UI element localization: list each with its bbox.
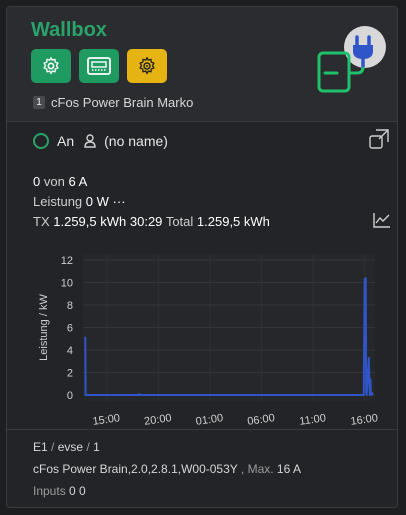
current-line: 0 von 6 A: [33, 174, 87, 189]
model-line: cFos Power Brain,2.0,2.8.1,W00-053Y , Ma…: [33, 462, 301, 476]
card-header: Wallbox 1 cFos Power Brain Marko: [7, 7, 397, 122]
power-chart-svg: 0 2 4 6 8 10 12 15:00 20:00 01:00 06:00 11:00 16:00 L…: [38, 254, 379, 428]
status-circle-icon: [33, 133, 49, 149]
warning-settings-button[interactable]: [127, 49, 167, 83]
x-tick-label: 11:00: [299, 412, 327, 428]
gear-icon: [43, 57, 59, 75]
wallbox-plug-icon: [317, 26, 386, 93]
power-label: Leistung: [33, 194, 83, 209]
y-tick-label: 12: [61, 255, 73, 267]
meter-icon: [87, 57, 111, 75]
max-label: , Max.: [240, 462, 274, 476]
status-user[interactable]: (no name): [104, 133, 168, 149]
inputs-label: Inputs: [33, 484, 66, 498]
inputs-value: 0 0: [69, 484, 86, 498]
device-name: cFos Power Brain Marko: [51, 95, 194, 110]
status-row: An (no name): [33, 133, 168, 149]
current-of: von: [43, 174, 65, 189]
user-icon: [84, 134, 96, 148]
x-tick-label: 01:00: [195, 412, 224, 428]
y-tick-label: 4: [67, 345, 73, 357]
gear-warning-icon: [139, 57, 155, 75]
tx-value: 1.259,5 kWh: [53, 214, 127, 229]
power-line: Leistung 0 W ···: [33, 194, 126, 209]
y-tick-label: 8: [67, 300, 73, 312]
wallbox-card: Wallbox 1 cFos Power Brain Marko An (no …: [6, 6, 398, 508]
power-value: 0 W: [85, 194, 109, 209]
path-e1: E1: [33, 440, 48, 454]
meter-button[interactable]: [79, 49, 119, 83]
expand-icon[interactable]: [369, 129, 389, 149]
power-phases: ···: [112, 194, 126, 209]
settings-button[interactable]: [31, 49, 71, 83]
inputs-line: Inputs 0 0: [33, 484, 86, 498]
energy-line: TX 1.259,5 kWh 30:29 Total 1.259,5 kWh: [33, 214, 270, 229]
total-value: 1.259,5 kWh: [196, 214, 270, 229]
model-string: cFos Power Brain,2.0,2.8.1,W00-053Y: [33, 462, 238, 476]
y-tick-label: 2: [67, 368, 73, 380]
x-tick-label: 16:00: [350, 412, 379, 428]
path-sep-2: /: [86, 440, 90, 454]
x-tick-label: 06:00: [247, 412, 276, 428]
y-tick-label: 0: [67, 390, 73, 402]
max-value: 16 A: [276, 462, 301, 476]
total-label: Total: [165, 214, 194, 229]
card-title: Wallbox: [31, 19, 107, 41]
status-state: An: [57, 133, 75, 149]
footer-divider: [7, 429, 397, 430]
power-chart: 0 2 4 6 8 10 12 15:00 20:00 01:00 06:00 11:00 16:00 L…: [33, 247, 389, 429]
device-index-badge: 1: [33, 96, 45, 109]
path-sep-1: /: [51, 440, 55, 454]
y-tick-label: 6: [67, 323, 73, 335]
path-evse: evse: [57, 440, 84, 454]
x-tick-label: 20:00: [143, 412, 172, 428]
y-axis-label: Leistung / kW: [38, 294, 50, 361]
path-id: 1: [93, 440, 100, 454]
y-tick-label: 10: [61, 278, 73, 290]
current-value: 0: [33, 174, 41, 189]
current-max: 6 A: [68, 174, 88, 189]
evse-path: E1 / evse / 1: [33, 440, 100, 454]
tx-label: TX: [33, 214, 50, 229]
device-label: 1 cFos Power Brain Marko: [33, 95, 193, 110]
x-tick-label: 15:00: [92, 412, 121, 428]
chart-trend-icon[interactable]: [373, 212, 391, 228]
tx-duration: 30:29: [129, 214, 163, 229]
